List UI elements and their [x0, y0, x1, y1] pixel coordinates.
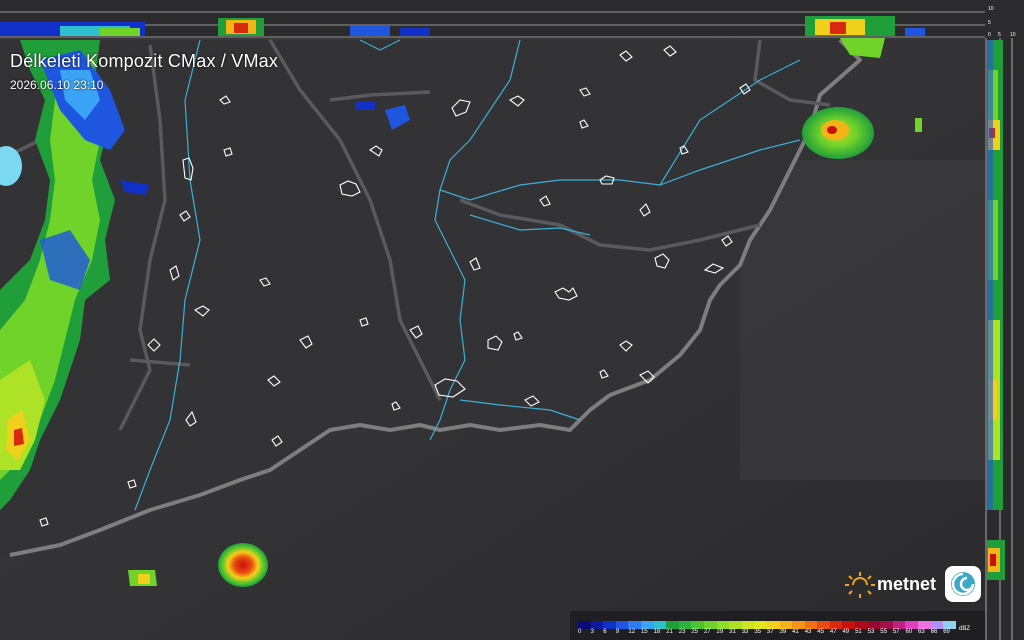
legend-tick-label: 29 — [716, 629, 724, 635]
legend-tick-label: 9 — [615, 629, 620, 635]
legend-swatch — [741, 621, 755, 629]
radar-map-viewer: 10 5 0 5 10 Délkeleti Kompozit CMax / VM… — [0, 0, 1024, 640]
legend-tick-label: 37 — [766, 629, 774, 635]
legend-labels: 0 3 6 9 12 15 18 21 23 25 27 29 31 33 35 37 39 41 43 45 47 49… — [578, 629, 956, 635]
legend-swatch — [590, 621, 604, 629]
legend-swatch — [666, 621, 679, 629]
legend-tick-label: 18 — [653, 629, 661, 635]
top-tick-label: 10 — [988, 6, 994, 12]
top-tick-label: 0 — [988, 32, 991, 38]
color-scale-legend: 0 3 6 9 12 15 18 21 23 25 27 29 31 33 35 37 39 41 43 45 47 49… — [570, 611, 985, 640]
legend-swatch — [905, 621, 919, 629]
legend-swatch — [892, 621, 906, 629]
legend-tick-label: 0 — [578, 629, 582, 635]
legend-swatch — [653, 621, 667, 629]
legend-swatch — [855, 621, 868, 629]
brand-logo[interactable]: metnet — [843, 566, 983, 606]
legend-swatch — [615, 621, 629, 629]
legend-tick-label: 51 — [855, 629, 862, 635]
legend-tick-label: 21 — [666, 629, 673, 635]
legend-tick-label: 55 — [880, 629, 887, 635]
legend-swatch — [628, 621, 641, 629]
legend-swatch — [804, 621, 818, 629]
legend-unit: dBZ — [959, 626, 971, 632]
legend-swatch — [754, 621, 767, 629]
sun-icon — [845, 572, 875, 598]
mountain-shading — [740, 160, 985, 480]
legend-tick-label: 39 — [779, 629, 787, 635]
legend-tick-label: 66 — [930, 629, 938, 635]
legend-swatch — [779, 621, 793, 629]
legend-tick-label: 3 — [590, 629, 594, 635]
map-title: Délkeleti Kompozit CMax / VMax — [10, 51, 279, 71]
brand-name: metnet — [877, 574, 937, 594]
legend-tick-label: 33 — [741, 629, 749, 635]
swirl-icon[interactable] — [945, 566, 981, 602]
legend-tick-label: 23 — [678, 629, 686, 635]
legend-swatch — [678, 621, 692, 629]
legend-swatch — [842, 621, 856, 629]
legend-tick-label: 31 — [729, 629, 736, 635]
legend-swatch — [603, 621, 616, 629]
legend-tick-label: 15 — [640, 629, 648, 635]
legend-swatch — [703, 621, 717, 629]
legend-swatch — [792, 621, 805, 629]
legend-swatch — [578, 621, 591, 629]
legend-color-bar — [578, 621, 956, 629]
legend-tick-label: 27 — [703, 629, 711, 635]
legend-swatch — [930, 621, 944, 629]
legend-tick-label: 45 — [817, 629, 824, 635]
legend-tick-label: 63 — [918, 629, 925, 635]
map-timestamp: 2026.06.10 23:10 — [10, 78, 104, 92]
legend-swatch — [880, 621, 893, 629]
legend-swatch — [766, 621, 780, 629]
legend-swatch — [943, 621, 956, 629]
legend-tick-label: 35 — [754, 629, 761, 635]
legend-tick-label: 47 — [829, 629, 837, 635]
legend-tick-label: 25 — [691, 629, 699, 635]
legend-tick-label: 53 — [867, 629, 875, 635]
legend-swatch — [691, 621, 704, 629]
side-profile-echoes — [987, 40, 1005, 580]
legend-swatch — [640, 621, 654, 629]
legend-swatch — [716, 621, 730, 629]
legend-swatch — [729, 621, 742, 629]
legend-tick-label: 41 — [792, 629, 799, 635]
legend-swatch — [867, 621, 881, 629]
legend-tick-label: 6 — [603, 629, 607, 635]
side-tick-label: 10 — [1010, 32, 1016, 38]
legend-tick-label: 49 — [842, 629, 850, 635]
legend-tick-label: 43 — [804, 629, 812, 635]
radar-map[interactable] — [0, 0, 1024, 640]
side-tick-label: 5 — [998, 32, 1001, 38]
legend-tick-label: 60 — [905, 629, 913, 635]
legend-swatch — [918, 621, 931, 629]
legend-tick-label: 12 — [628, 629, 636, 635]
top-tick-label: 5 — [988, 20, 991, 26]
legend-swatch — [817, 621, 830, 629]
legend-tick-label: 69 — [943, 629, 950, 635]
legend-tick-label: 57 — [892, 629, 900, 635]
echo-south-cell — [218, 543, 268, 587]
legend-swatch — [829, 621, 843, 629]
